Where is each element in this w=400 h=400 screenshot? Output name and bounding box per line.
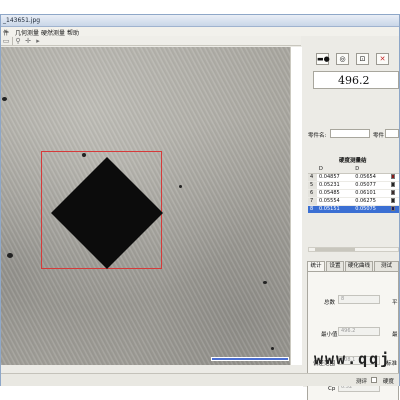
camera-button[interactable]: ▬● [316,53,330,65]
row-color-cell [389,189,399,198]
part-name-label: 零件名: [308,133,327,139]
stat-label: 平 [392,300,398,306]
row-d2: 0.06101 [353,189,390,198]
color-swatch[interactable] [391,182,396,187]
toolbar-separator [12,37,13,45]
capture-button[interactable]: ◎ [336,53,349,65]
table-header: D [353,166,390,174]
part-input[interactable] [385,129,399,138]
measurement-panel: ▬● ◎ ⊡ ✕ 496.2 零件名: 零件 硬度测量结 D D 4 0.0485… [303,47,399,400]
table-row[interactable]: 7 0.05554 0.06275 [308,197,399,206]
part-name-input[interactable] [330,129,370,138]
window-title: _143651.jpg [3,17,41,24]
row-d2: 0.05654 [353,173,390,182]
image-vertical-scrollbar[interactable] [290,47,302,365]
scrollbar-thumb[interactable] [315,248,355,251]
hardness-value: 496.2 [338,74,370,87]
menu-bar: 件 几何测量 硬然测量 帮助 [1,27,399,37]
status-bar: 测评 硬度 [1,373,399,386]
stat-label: 最小值 [321,332,338,338]
results-table-title: 硬度测量结 [339,158,367,164]
results-table[interactable]: D D 4 0.04857 0.05654 5 0.05231 0.05077 6 0.054… [308,166,399,214]
pointer-icon[interactable]: ▸ [34,37,42,45]
table-horizontal-scrollbar[interactable] [308,247,399,252]
stat-count-field: 8 [338,295,380,304]
row-d1: 0.05554 [317,197,354,206]
table-row[interactable]: 8 0.05151 0.05075 [308,205,399,214]
delete-button[interactable]: ✕ [376,53,389,65]
row-color-cell [389,197,399,206]
row-index: 5 [308,181,317,190]
microscope-image-view[interactable] [1,47,302,365]
row-index: 6 [308,189,317,198]
surface-speck [7,253,13,258]
status-checkbox[interactable] [371,377,377,383]
row-d2: 0.05075 [353,205,390,214]
hardness-readout: 496.2 [313,71,399,89]
table-header [308,166,317,174]
table-row[interactable]: 4 0.04857 0.05654 [308,173,399,182]
watermark: www.qqj [314,350,392,368]
row-d2: 0.06275 [353,197,390,206]
indentation-diamond [51,157,163,269]
table-row[interactable]: 6 0.05485 0.06101 [308,189,399,198]
row-d1: 0.05485 [317,189,354,198]
surface-speck [271,347,274,350]
table-row[interactable]: 5 0.05231 0.05077 [308,181,399,190]
surface-speck [2,97,7,101]
camera-icon: ▬● [317,55,330,63]
surface-speck [179,185,182,188]
app-window: _143651.jpg 件 几何测量 硬然测量 帮助 ▭ ⚲ ✛ ▸ ▬● ◎ … [0,14,400,400]
row-d2: 0.05077 [353,181,390,190]
row-index: 7 [308,197,317,206]
zoom-icon[interactable]: ⚲ [14,37,22,45]
settings-button[interactable]: ⊡ [356,53,369,65]
target-icon: ◎ [339,55,346,63]
tab-test[interactable]: 测试 [374,261,399,271]
row-d1: 0.05231 [317,181,354,190]
part-label: 零件 [373,133,385,139]
row-color-cell [389,181,399,190]
table-header [389,166,399,174]
table-header-row: D D [308,166,399,174]
surface-speck [263,281,267,284]
row-d1: 0.04857 [317,173,354,182]
stat-min-field: 496.2 [338,327,380,336]
close-icon: ✕ [379,55,386,63]
stat-label: 总数 [324,300,336,306]
row-color-cell [389,173,399,182]
row-index: 4 [308,173,317,182]
row-color-cell [389,205,399,214]
stat-label: Cp [328,386,336,392]
save-icon[interactable]: ▭ [2,37,10,45]
status-label: 测评 [356,379,368,385]
title-bar: _143651.jpg [1,15,399,27]
stat-label: 最 [392,332,398,338]
status-label: 硬度 [383,379,395,385]
color-swatch[interactable] [391,190,396,195]
tab-hardening-curve[interactable]: 硬化曲线 [345,261,373,271]
tab-settings[interactable]: 设置 [326,261,344,271]
row-index: 8 [308,205,317,214]
move-icon[interactable]: ✛ [24,37,32,45]
grid-icon: ⊡ [359,55,366,63]
toolbar: ▭ ⚲ ✛ ▸ [1,36,301,46]
scale-bar [211,357,289,361]
row-d1: 0.05151 [317,205,354,214]
table-header: D [317,166,354,174]
color-swatch[interactable] [391,174,396,179]
color-swatch[interactable] [391,198,396,203]
panel-tabs: 统计 设置 硬化曲线 测试 [307,261,399,272]
color-swatch[interactable] [391,206,396,211]
